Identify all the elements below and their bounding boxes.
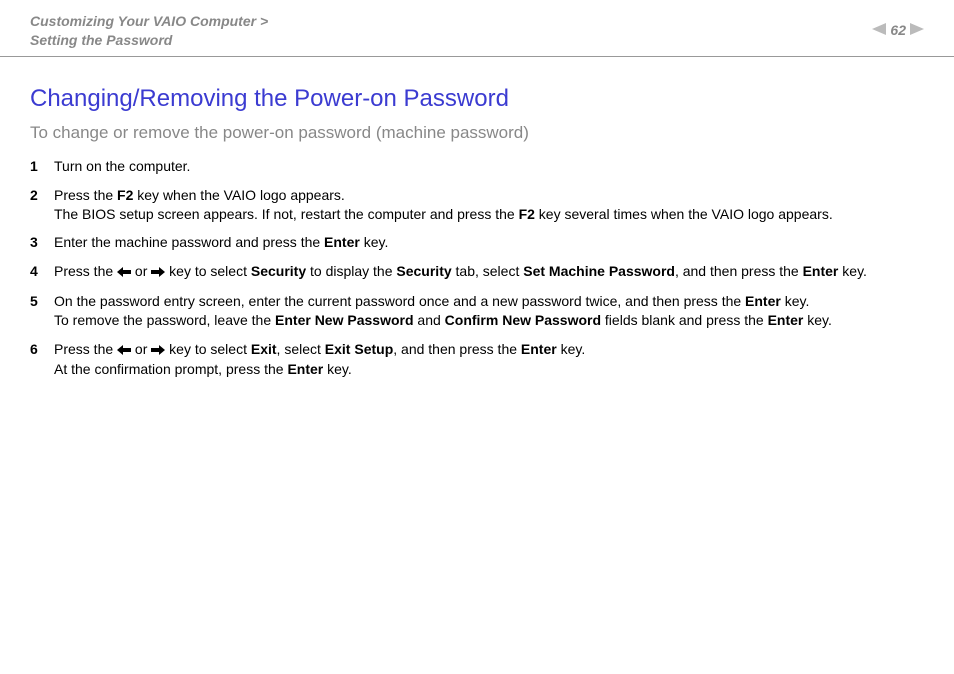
steps-list: 1Turn on the computer.2Press the F2 key …	[0, 157, 954, 379]
step-item: 2Press the F2 key when the VAIO logo app…	[30, 186, 924, 224]
step-number: 6	[30, 340, 54, 359]
step-item: 1Turn on the computer.	[30, 157, 924, 176]
step-number: 3	[30, 233, 54, 252]
step-body: Press the F2 key when the VAIO logo appe…	[54, 186, 924, 224]
page-subtitle: To change or remove the power-on passwor…	[30, 123, 954, 143]
step-number: 5	[30, 292, 54, 311]
next-page-icon[interactable]	[910, 22, 924, 38]
left-arrow-icon	[117, 341, 131, 360]
step-item: 6Press the or key to select Exit, select…	[30, 340, 924, 379]
right-arrow-icon	[151, 263, 165, 282]
breadcrumb: Customizing Your VAIO Computer > Setting…	[30, 12, 268, 50]
right-arrow-icon	[151, 341, 165, 360]
breadcrumb-line2: Setting the Password	[30, 32, 172, 48]
step-body: Press the or key to select Exit, select …	[54, 340, 924, 379]
breadcrumb-line1: Customizing Your VAIO Computer >	[30, 13, 268, 29]
step-number: 1	[30, 157, 54, 176]
step-body: On the password entry screen, enter the …	[54, 292, 924, 330]
step-body: Enter the machine password and press the…	[54, 233, 924, 252]
step-item: 4Press the or key to select Security to …	[30, 262, 924, 282]
page-number: 62	[890, 22, 906, 38]
step-item: 5On the password entry screen, enter the…	[30, 292, 924, 330]
step-number: 2	[30, 186, 54, 205]
header: Customizing Your VAIO Computer > Setting…	[0, 0, 954, 57]
left-arrow-icon	[117, 263, 131, 282]
step-body: Turn on the computer.	[54, 157, 924, 176]
step-number: 4	[30, 262, 54, 281]
page-title: Changing/Removing the Power-on Password	[30, 85, 954, 113]
step-item: 3Enter the machine password and press th…	[30, 233, 924, 252]
pager: 62	[872, 12, 924, 38]
step-body: Press the or key to select Security to d…	[54, 262, 924, 282]
prev-page-icon[interactable]	[872, 22, 886, 38]
